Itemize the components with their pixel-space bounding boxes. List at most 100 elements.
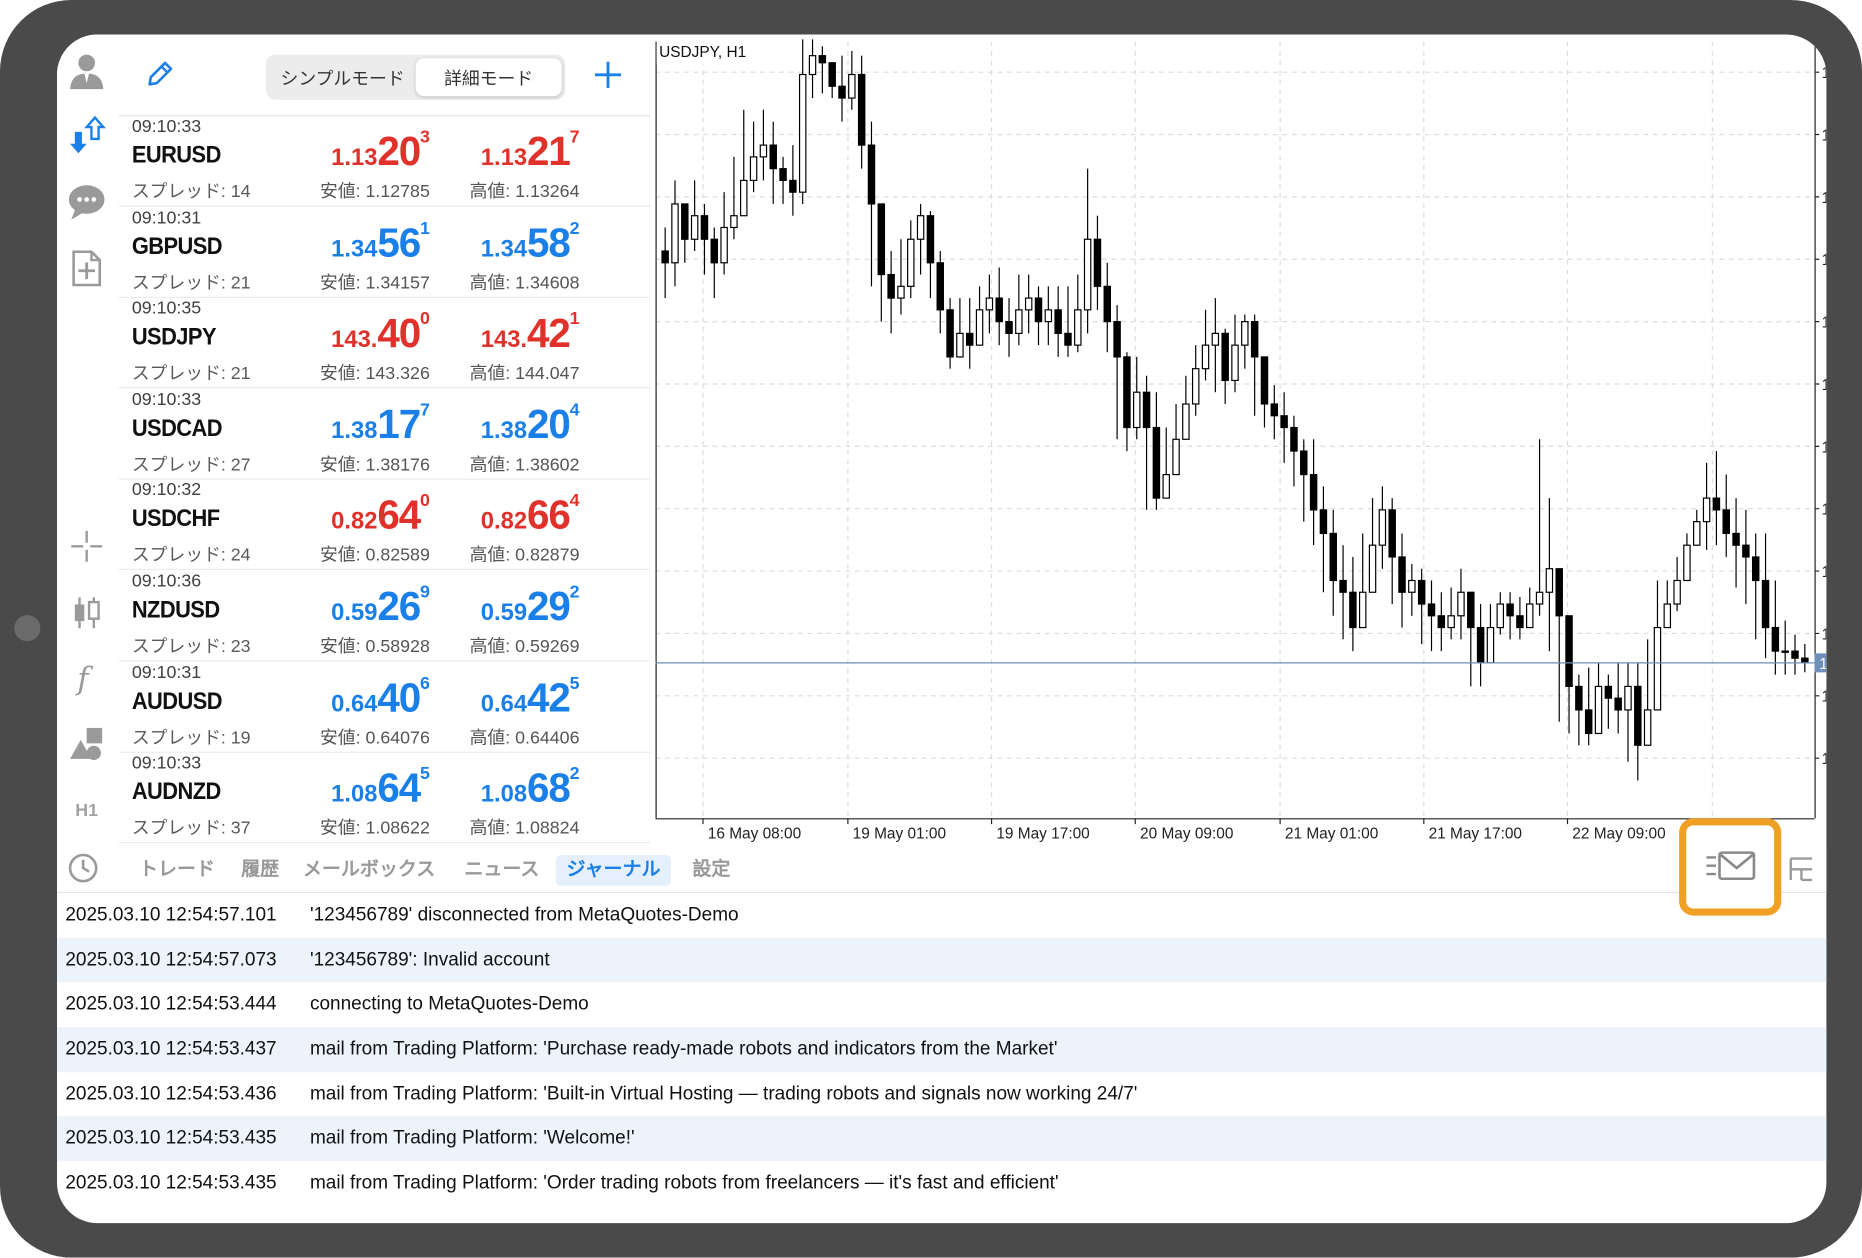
bear-candle xyxy=(1290,426,1298,452)
tab-2[interactable]: メールボックス xyxy=(292,855,446,886)
tab-3[interactable]: ニュース xyxy=(454,855,550,886)
bear-candle xyxy=(681,203,689,240)
home-button[interactable] xyxy=(14,615,41,642)
tab-4[interactable]: ジャーナル xyxy=(555,855,672,886)
ask-price[interactable]: 143.421 xyxy=(401,309,580,357)
tab-0[interactable]: トレード xyxy=(128,855,225,886)
bear-candle xyxy=(1221,332,1229,382)
ask-price[interactable]: 1.38204 xyxy=(401,399,580,448)
candle-type-icon[interactable] xyxy=(67,593,107,633)
journal-row[interactable]: 2025.03.10 12:54:57.101 '123456789' disco… xyxy=(57,893,1826,938)
journal-row[interactable]: 2025.03.10 12:54:57.073 '123456789': Inva… xyxy=(57,937,1827,983)
quote-row-usdjpy[interactable]: 09:10:35 USDJPY スプレッド: 21 143.400 143.421 安値:… xyxy=(118,297,651,389)
high-price: 高値: 0.82879 xyxy=(469,545,580,566)
add-symbol-icon[interactable] xyxy=(591,58,624,91)
journal-row[interactable]: 2025.03.10 12:54:53.444 connecting to Met… xyxy=(57,983,1826,1028)
bull-candle xyxy=(690,215,699,240)
tab-5[interactable]: 設定 xyxy=(682,855,741,886)
quote-row-audusd[interactable]: 09:10:31 AUDUSD スプレッド: 19 0.64406 0.64425 安値:… xyxy=(118,661,651,753)
journal-row[interactable]: 2025.03.10 12:54:53.437 mail from Trading… xyxy=(57,1027,1827,1073)
quote-symbol: GBPUSD xyxy=(131,233,223,260)
bear-candle xyxy=(1280,415,1288,429)
bull-candle xyxy=(1545,568,1554,593)
quote-symbol: USDCHF xyxy=(131,506,220,533)
layout-toggle-icon[interactable] xyxy=(1786,854,1817,885)
quote-spread: スプレッド: 14 xyxy=(131,181,251,202)
bear-candle xyxy=(857,73,866,146)
journal-row[interactable]: 2025.03.10 12:54:53.436 mail from Trading… xyxy=(57,1072,1826,1117)
timeframe-button[interactable]: H1 xyxy=(67,790,107,830)
bull-candle xyxy=(1683,544,1691,582)
simple-mode-tab[interactable]: シンプルモード xyxy=(270,58,416,96)
bull-candle xyxy=(907,238,915,287)
quote-row-eurusd[interactable]: 09:10:33 EURUSD スプレッド: 14 1.13203 1.13217 安値:… xyxy=(118,115,651,207)
bear-candle xyxy=(1417,579,1426,605)
journal-time: 2025.03.10 12:54:53.435 xyxy=(65,1173,277,1194)
ask-price[interactable]: 0.82664 xyxy=(401,491,580,539)
bull-candle xyxy=(1182,403,1190,440)
bear-candle xyxy=(1476,626,1485,664)
ask-price-prefix: 1.08 xyxy=(480,781,528,808)
journal-time: 2025.03.10 12:54:57.101 xyxy=(65,904,277,925)
quote-row-nzdusd[interactable]: 09:10:36 NZDUSD スプレッド: 23 0.59269 0.59292 安値:… xyxy=(118,570,651,662)
bull-candle xyxy=(759,144,768,158)
ask-price[interactable]: 1.34582 xyxy=(401,218,580,266)
mail-list-icon xyxy=(1706,851,1756,881)
ask-price-pips: 42 xyxy=(527,311,571,357)
bear-candle xyxy=(946,309,954,358)
ask-price-pips: 68 xyxy=(527,766,571,812)
chat-icon[interactable] xyxy=(67,182,107,222)
bull-candle xyxy=(1781,650,1789,653)
clock-icon[interactable] xyxy=(67,851,100,884)
chart-canvas[interactable]: 145.910 145.645 145.380 145.115 144.850 144.5… xyxy=(655,39,1827,847)
bull-candle xyxy=(1241,321,1249,346)
y-tick-label: 143.260 xyxy=(1822,689,1827,706)
bear-candle xyxy=(1506,603,1514,617)
bear-candle xyxy=(1005,321,1013,334)
bear-candle xyxy=(1634,685,1642,746)
bull-candle xyxy=(1133,391,1141,429)
ask-price-pips: 58 xyxy=(527,220,571,266)
bull-candle xyxy=(1594,685,1603,735)
bull-candle xyxy=(1211,332,1220,346)
price-chart[interactable]: 145.910 145.645 145.380 145.115 144.850 144.5… xyxy=(655,39,1827,847)
x-tick-label: 21 May 17:00 xyxy=(1429,825,1522,842)
bear-candle xyxy=(1329,532,1337,582)
bear-candle xyxy=(1142,391,1151,429)
journal-time: 2025.03.10 12:54:53.435 xyxy=(65,1128,277,1149)
quote-row-gbpusd[interactable]: 09:10:31 GBPUSD スプレッド: 21 1.34561 1.34582 安値:… xyxy=(118,206,651,298)
journal-message: '123456789': Invalid account xyxy=(309,949,550,970)
bid-price-prefix: 0.59 xyxy=(331,599,378,626)
crosshair-icon[interactable] xyxy=(67,526,107,566)
bull-candle xyxy=(848,73,856,99)
ask-price[interactable]: 0.64425 xyxy=(401,673,580,721)
ask-price-pips: 29 xyxy=(527,584,571,630)
journal-row[interactable]: 2025.03.10 12:54:53.435 mail from Trading… xyxy=(57,1116,1827,1162)
ask-price[interactable]: 0.59292 xyxy=(401,582,580,630)
edit-pencil-icon[interactable] xyxy=(145,58,176,89)
quote-row-usdchf[interactable]: 09:10:32 USDCHF スプレッド: 24 0.82640 0.82664 安値:… xyxy=(118,479,651,571)
journal-row[interactable]: 2025.03.10 12:54:53.435 mail from Trading… xyxy=(57,1162,1826,1207)
quote-row-audnzd[interactable]: 09:10:33 AUDNZD スプレッド: 37 1.08645 1.08682 安値:… xyxy=(118,752,651,844)
objects-icon[interactable] xyxy=(67,723,107,763)
account-icon[interactable] xyxy=(67,51,107,91)
new-order-icon[interactable] xyxy=(67,248,107,288)
ask-price-pips: 21 xyxy=(527,129,571,175)
tab-1[interactable]: 履歴 xyxy=(230,855,289,886)
trade-icon[interactable] xyxy=(67,115,107,155)
journal-message: connecting to MetaQuotes-Demo xyxy=(309,994,589,1015)
ask-price[interactable]: 1.08682 xyxy=(401,764,580,812)
bull-candle xyxy=(671,203,679,264)
indicator-icon[interactable]: f xyxy=(67,657,107,697)
high-price: 高値: 1.34608 xyxy=(469,272,580,293)
ask-price-point: 4 xyxy=(569,399,580,421)
ask-price-prefix: 0.82 xyxy=(480,508,528,535)
quote-time: 09:10:33 xyxy=(131,116,202,137)
quote-time: 09:10:35 xyxy=(131,298,202,319)
bid-price-prefix: 0.82 xyxy=(331,508,378,535)
quote-row-usdcad[interactable]: 09:10:33 USDCAD スプレッド: 27 1.38177 1.38204 安値:… xyxy=(118,388,651,480)
bull-candle xyxy=(798,73,807,193)
ask-price[interactable]: 1.13217 xyxy=(401,127,580,175)
detailed-mode-tab[interactable]: 詳細モード xyxy=(415,58,562,97)
bull-candle xyxy=(1358,591,1367,629)
